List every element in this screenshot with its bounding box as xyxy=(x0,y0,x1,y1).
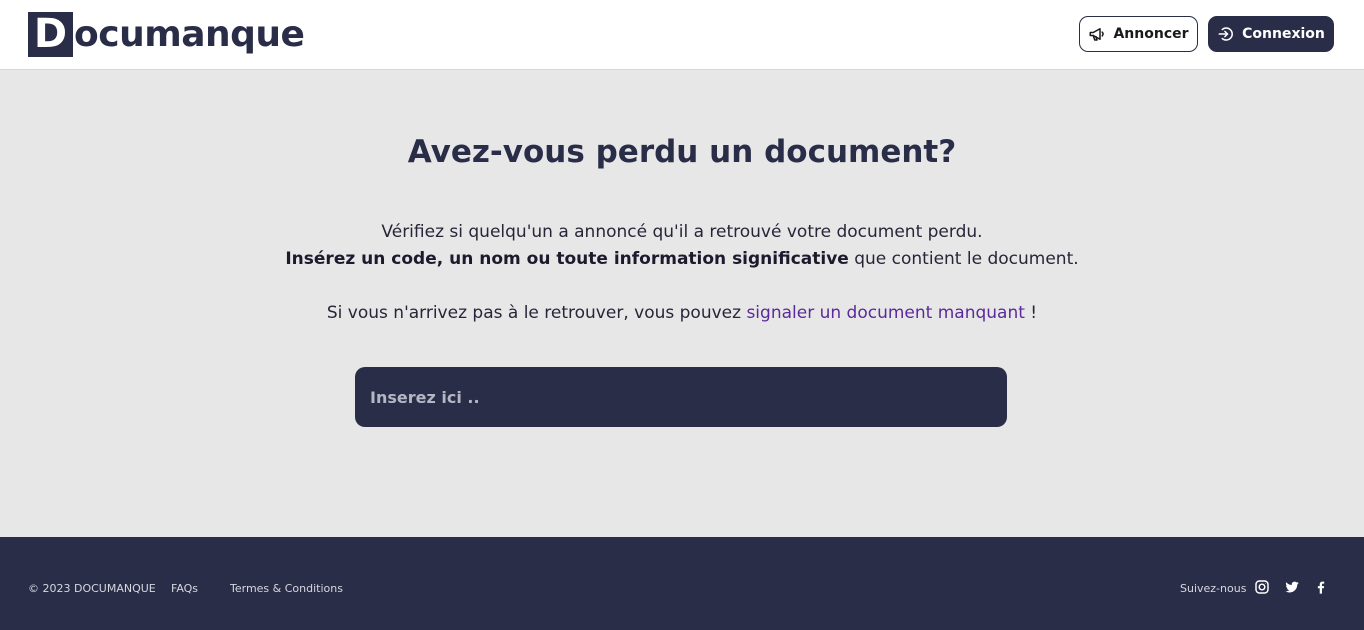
instagram-icon[interactable] xyxy=(1254,579,1270,595)
announce-button[interactable]: Annoncer xyxy=(1079,16,1198,52)
instruction-bold: Insérez un code, un nom ou toute informa… xyxy=(285,249,849,269)
faqs-link[interactable]: FAQs xyxy=(171,582,198,595)
terms-link[interactable]: Termes & Conditions xyxy=(230,582,343,595)
page-title: Avez-vous perdu un document? xyxy=(407,134,957,170)
instruction-text: Insérez un code, un nom ou toute informa… xyxy=(0,249,1364,269)
logo-text: ocumanque xyxy=(74,14,305,55)
announce-label: Annoncer xyxy=(1113,26,1189,42)
search-input[interactable] xyxy=(355,367,1007,427)
login-label: Connexion xyxy=(1242,26,1325,42)
footer: © 2023 DOCUMANQUE FAQs Termes & Conditio… xyxy=(0,537,1364,630)
instruction-rest: que contient le document. xyxy=(848,249,1079,269)
report-prefix: Si vous n'arrivez pas à le retrouver, vo… xyxy=(326,303,747,323)
login-button[interactable]: Connexion xyxy=(1208,16,1334,52)
login-icon xyxy=(1217,25,1235,43)
report-suffix: ! xyxy=(1024,303,1038,323)
report-text: Si vous n'arrivez pas à le retrouver, vo… xyxy=(0,303,1364,323)
top-header: D ocumanque Annoncer Connexion xyxy=(0,0,1364,70)
twitter-icon[interactable] xyxy=(1284,579,1300,595)
follow-us-text: Suivez-nous xyxy=(1180,582,1247,595)
facebook-icon[interactable] xyxy=(1313,579,1329,595)
logo-initial-box: D xyxy=(28,12,73,57)
intro-text: Vérifiez si quelqu'un a annoncé qu'il a … xyxy=(381,222,983,242)
megaphone-icon xyxy=(1088,25,1106,43)
report-missing-link[interactable]: signaler un document manquant xyxy=(746,303,1024,323)
logo[interactable]: D ocumanque xyxy=(28,12,305,57)
copyright-text: © 2023 DOCUMANQUE xyxy=(28,582,156,595)
